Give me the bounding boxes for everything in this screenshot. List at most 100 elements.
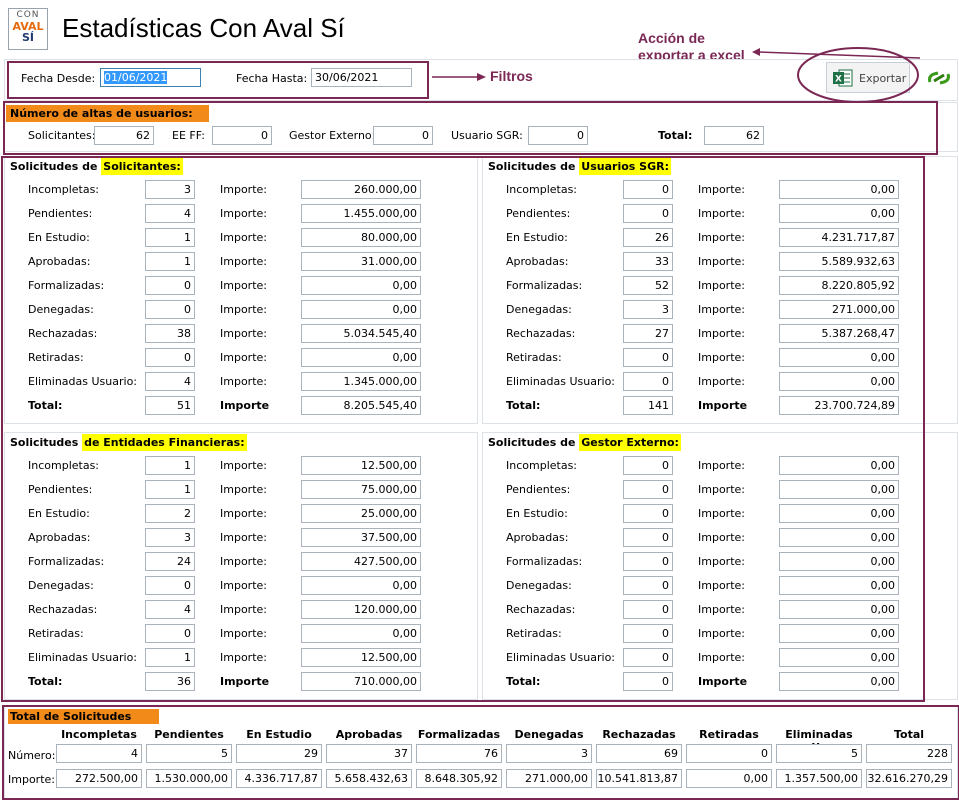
count-field[interactable]: 0 <box>623 180 673 199</box>
totals-numero-field[interactable]: 3 <box>506 744 592 763</box>
count-field[interactable]: 3 <box>623 300 673 319</box>
totals-importe-field[interactable]: 32.616.270,29 <box>866 769 952 788</box>
totals-importe-field[interactable]: 271.000,00 <box>506 769 592 788</box>
importe-field[interactable]: 0,00 <box>301 276 421 295</box>
importe-field[interactable]: 37.500,00 <box>301 528 421 547</box>
count-field[interactable]: 2 <box>145 504 195 523</box>
importe-field[interactable]: 0,00 <box>779 180 899 199</box>
count-field[interactable]: 0 <box>623 624 673 643</box>
count-field[interactable]: 4 <box>145 600 195 619</box>
count-field[interactable]: 0 <box>623 504 673 523</box>
count-field[interactable]: 3 <box>145 528 195 547</box>
totals-numero-field[interactable]: 37 <box>326 744 412 763</box>
importe-field[interactable]: 0,00 <box>779 372 899 391</box>
section-total-importe[interactable]: 0,00 <box>779 672 899 691</box>
count-field[interactable]: 0 <box>623 372 673 391</box>
section-total-count[interactable]: 51 <box>145 396 195 415</box>
importe-field[interactable]: 271.000,00 <box>779 300 899 319</box>
importe-field[interactable]: 25.000,00 <box>301 504 421 523</box>
importe-field[interactable]: 0,00 <box>779 600 899 619</box>
importe-field[interactable]: 0,00 <box>779 456 899 475</box>
count-field[interactable]: 0 <box>145 276 195 295</box>
count-field[interactable]: 1 <box>145 252 195 271</box>
importe-field[interactable]: 427.500,00 <box>301 552 421 571</box>
altas-total-value[interactable]: 62 <box>704 126 764 145</box>
count-field[interactable]: 0 <box>623 348 673 367</box>
totals-importe-field[interactable]: 8.648.305,92 <box>416 769 502 788</box>
importe-field[interactable]: 0,00 <box>779 624 899 643</box>
count-field[interactable]: 1 <box>145 648 195 667</box>
section-total-importe[interactable]: 23.700.724,89 <box>779 396 899 415</box>
importe-field[interactable]: 5.589.932,63 <box>779 252 899 271</box>
count-field[interactable]: 4 <box>145 204 195 223</box>
section-total-count[interactable]: 141 <box>623 396 673 415</box>
totals-importe-field[interactable]: 10.541.813,87 <box>596 769 682 788</box>
importe-field[interactable]: 0,00 <box>301 348 421 367</box>
totals-importe-field[interactable]: 4.336.717,87 <box>236 769 322 788</box>
count-field[interactable]: 26 <box>623 228 673 247</box>
count-field[interactable]: 38 <box>145 324 195 343</box>
count-field[interactable]: 1 <box>145 456 195 475</box>
count-field[interactable]: 1 <box>145 228 195 247</box>
importe-field[interactable]: 8.220.805,92 <box>779 276 899 295</box>
importe-field[interactable]: 75.000,00 <box>301 480 421 499</box>
count-field[interactable]: 0 <box>145 348 195 367</box>
fecha-desde-input[interactable]: 01/06/2021 <box>100 68 201 87</box>
count-field[interactable]: 0 <box>623 204 673 223</box>
totals-importe-field[interactable]: 5.658.432,63 <box>326 769 412 788</box>
section-total-count[interactable]: 36 <box>145 672 195 691</box>
importe-field[interactable]: 5.034.545,40 <box>301 324 421 343</box>
count-field[interactable]: 0 <box>623 480 673 499</box>
fecha-hasta-input[interactable]: 30/06/2021 <box>311 68 412 87</box>
importe-field[interactable]: 1.345.000,00 <box>301 372 421 391</box>
importe-field[interactable]: 0,00 <box>779 204 899 223</box>
count-field[interactable]: 0 <box>145 624 195 643</box>
importe-field[interactable]: 0,00 <box>301 624 421 643</box>
count-field[interactable]: 24 <box>145 552 195 571</box>
count-field[interactable]: 4 <box>145 372 195 391</box>
section-total-count[interactable]: 0 <box>623 672 673 691</box>
altas-eeff-value[interactable]: 0 <box>212 126 272 145</box>
count-field[interactable]: 0 <box>623 600 673 619</box>
count-field[interactable]: 0 <box>623 576 673 595</box>
importe-field[interactable]: 0,00 <box>301 576 421 595</box>
importe-field[interactable]: 0,00 <box>779 552 899 571</box>
altas-gestor-value[interactable]: 0 <box>373 126 433 145</box>
importe-field[interactable]: 0,00 <box>301 300 421 319</box>
importe-field[interactable]: 0,00 <box>779 480 899 499</box>
importe-field[interactable]: 0,00 <box>779 348 899 367</box>
importe-field[interactable]: 1.455.000,00 <box>301 204 421 223</box>
count-field[interactable]: 0 <box>145 300 195 319</box>
totals-numero-field[interactable]: 5 <box>146 744 232 763</box>
altas-solicitantes-value[interactable]: 62 <box>94 126 154 145</box>
totals-importe-field[interactable]: 0,00 <box>686 769 772 788</box>
totals-numero-field[interactable]: 5 <box>776 744 862 763</box>
importe-field[interactable]: 0,00 <box>779 576 899 595</box>
count-field[interactable]: 0 <box>145 576 195 595</box>
totals-importe-field[interactable]: 1.530.000,00 <box>146 769 232 788</box>
count-field[interactable]: 33 <box>623 252 673 271</box>
importe-field[interactable]: 4.231.717,87 <box>779 228 899 247</box>
importe-field[interactable]: 5.387.268,47 <box>779 324 899 343</box>
totals-importe-field[interactable]: 1.357.500,00 <box>776 769 862 788</box>
importe-field[interactable]: 31.000,00 <box>301 252 421 271</box>
totals-numero-field[interactable]: 4 <box>56 744 142 763</box>
count-field[interactable]: 52 <box>623 276 673 295</box>
totals-numero-field[interactable]: 228 <box>866 744 952 763</box>
totals-numero-field[interactable]: 0 <box>686 744 772 763</box>
count-field[interactable]: 27 <box>623 324 673 343</box>
importe-field[interactable]: 80.000,00 <box>301 228 421 247</box>
totals-numero-field[interactable]: 69 <box>596 744 682 763</box>
importe-field[interactable]: 260.000,00 <box>301 180 421 199</box>
section-total-importe[interactable]: 8.205.545,40 <box>301 396 421 415</box>
count-field[interactable]: 0 <box>623 456 673 475</box>
count-field[interactable]: 3 <box>145 180 195 199</box>
importe-field[interactable]: 12.500,00 <box>301 456 421 475</box>
altas-sgr-value[interactable]: 0 <box>528 126 588 145</box>
importe-field[interactable]: 0,00 <box>779 504 899 523</box>
count-field[interactable]: 0 <box>623 528 673 547</box>
count-field[interactable]: 0 <box>623 552 673 571</box>
importe-field[interactable]: 120.000,00 <box>301 600 421 619</box>
importe-field[interactable]: 12.500,00 <box>301 648 421 667</box>
totals-numero-field[interactable]: 76 <box>416 744 502 763</box>
